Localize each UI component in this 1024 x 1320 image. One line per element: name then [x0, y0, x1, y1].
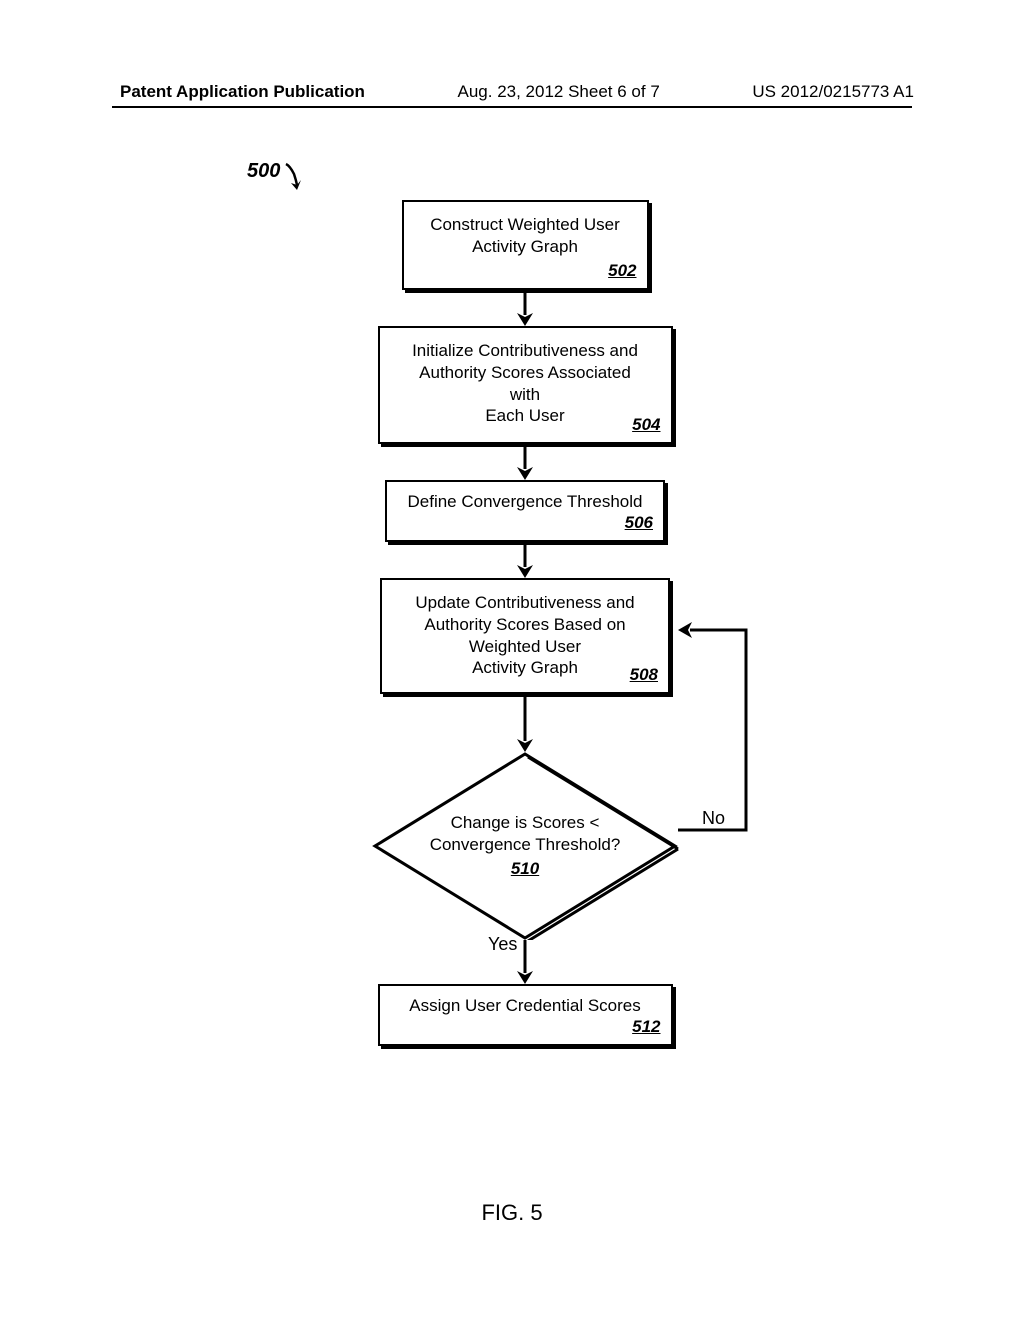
step-502-box: Construct Weighted UserActivity Graph 50…: [402, 200, 649, 290]
step-508-ref: 508: [630, 664, 658, 686]
arrow-down-icon: [515, 542, 535, 578]
header-left: Patent Application Publication: [120, 82, 365, 102]
step-506-text: Define Convergence Threshold: [408, 492, 643, 511]
ref-500-label: 500: [247, 160, 280, 183]
arrow-down-icon: [515, 290, 535, 326]
flowchart: Construct Weighted UserActivity Graph 50…: [370, 200, 680, 1046]
figure-label: FIG. 5: [0, 1200, 1024, 1226]
step-502-ref: 502: [608, 260, 636, 282]
decision-510-text: Change is Scores <Convergence Threshold?: [430, 813, 621, 854]
label-no: No: [702, 808, 725, 829]
step-512-box: Assign User Credential Scores 512: [378, 984, 673, 1046]
header-rule: [112, 106, 912, 108]
arrow-down-icon: [515, 694, 535, 752]
step-512-ref: 512: [632, 1016, 660, 1038]
step-504-box: Initialize Contributiveness andAuthority…: [378, 326, 673, 444]
header-right: US 2012/0215773 A1: [752, 82, 914, 102]
step-508-box: Update Contributiveness andAuthority Sco…: [380, 578, 670, 694]
header-center: Aug. 23, 2012 Sheet 6 of 7: [458, 82, 660, 102]
step-508-text: Update Contributiveness andAuthority Sco…: [415, 593, 634, 677]
step-512-text: Assign User Credential Scores: [409, 996, 640, 1015]
step-506-box: Define Convergence Threshold 506: [385, 480, 665, 542]
step-504-text: Initialize Contributiveness andAuthority…: [412, 341, 638, 425]
label-yes: Yes: [488, 934, 517, 955]
step-504-ref: 504: [632, 414, 660, 436]
page-header: Patent Application Publication Aug. 23, …: [0, 82, 1024, 102]
arrow-down-icon: [515, 444, 535, 480]
decision-510: Change is Scores <Convergence Threshold?…: [370, 752, 680, 940]
step-506-ref: 506: [625, 512, 653, 534]
step-502-text: Construct Weighted UserActivity Graph: [430, 215, 620, 256]
ref-500-arrow-icon: [282, 162, 306, 192]
decision-510-ref: 510: [370, 858, 680, 880]
